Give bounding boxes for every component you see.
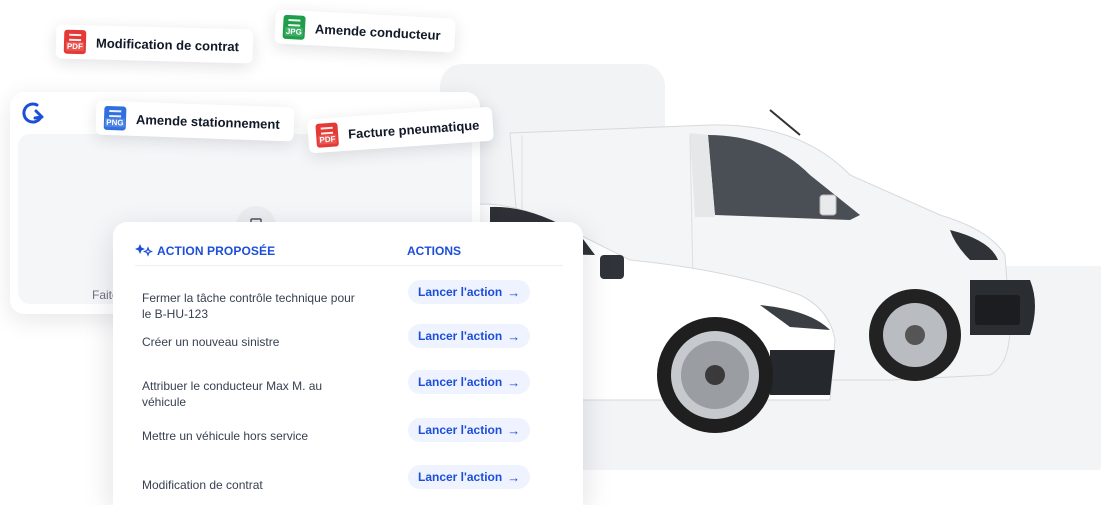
arrow-right-icon: → [507,469,521,485]
action-description: Attribuer le conducteur Max M. au véhicu… [142,379,323,409]
file-chip-png-parking-fine[interactable]: PNG Amende stationnement [95,100,295,142]
column-header-proposed-action: ACTION PROPOSÉE [157,244,276,258]
file-name: Amende conducteur [314,20,441,43]
jpg-file-icon: JPG [282,14,306,40]
file-name: Facture pneumatique [347,117,480,142]
launch-action-button[interactable]: Lancer l'action → [408,324,531,348]
column-header-actions: ACTIONS [407,244,461,258]
arrow-right-icon: → [507,328,521,344]
launch-action-button[interactable]: Lancer l'action → [408,418,531,442]
file-chip-pdf-contract[interactable]: PDF Modification de contrat [55,24,254,64]
action-description: Modification de contrat [142,478,263,492]
action-description: Mettre un véhicule hors service [142,429,309,443]
pdf-file-icon: PDF [63,29,87,55]
button-label: Lancer l'action [418,423,503,437]
button-label: Lancer l'action [418,375,503,389]
arrow-right-icon: → [507,284,521,300]
pdf-file-icon: PDF [315,122,339,148]
button-label: Lancer l'action [418,470,503,484]
proposed-actions-card: ACTION PROPOSÉE ACTIONS Fermer la tâche … [113,222,583,505]
file-chip-jpg-driver-fine[interactable]: JPG Amende conducteur [274,9,456,53]
launch-action-button[interactable]: Lancer l'action → [408,465,531,489]
file-name: Amende stationnement [135,111,280,132]
logo-icon [22,102,44,124]
launch-action-button[interactable]: Lancer l'action → [408,280,531,304]
card-header: ACTION PROPOSÉE ACTIONS [135,240,563,266]
arrow-right-icon: → [507,374,521,390]
launch-action-button[interactable]: Lancer l'action → [408,370,531,394]
action-description: Créer un nouveau sinistre [142,335,280,349]
png-file-icon: PNG [103,105,127,131]
arrow-right-icon: → [507,422,521,438]
action-description: Fermer la tâche contrôle technique pour … [142,291,355,321]
file-name: Modification de contrat [95,34,240,54]
button-label: Lancer l'action [418,329,503,343]
sparkle-icon [135,244,153,257]
button-label: Lancer l'action [418,285,503,299]
